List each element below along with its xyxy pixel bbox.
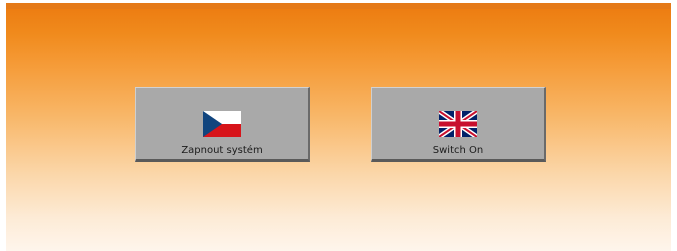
uk-flag-icon	[439, 111, 477, 137]
switch-on-czech-button[interactable]: Zapnout systém	[135, 87, 310, 162]
switch-on-english-button[interactable]: Switch On	[371, 87, 546, 162]
switch-on-english-label: Switch On	[432, 145, 484, 156]
czech-flag-icon	[203, 111, 241, 137]
switch-on-czech-label: Zapnout systém	[181, 145, 263, 156]
background-panel: Zapnout systém Switch On	[6, 3, 671, 251]
header-strip	[6, 3, 671, 9]
